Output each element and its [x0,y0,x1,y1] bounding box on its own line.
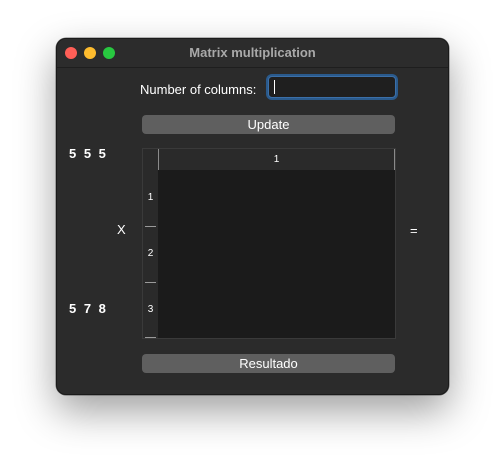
columns-label: Number of columns: [140,82,257,97]
column-header-1[interactable]: 1 [158,149,395,170]
update-button[interactable]: Update [142,115,395,134]
row-header-2: 2 [147,248,154,259]
matrix-table[interactable]: 1 2 3 1 [142,148,396,339]
left-vector-top: 5 5 5 [69,146,106,161]
result-button[interactable]: Resultado [142,354,395,373]
columns-input[interactable] [268,76,396,98]
row-separator [145,337,156,338]
row-header-column: 1 2 3 [143,149,158,338]
row-separator [145,226,156,227]
text-caret [274,80,275,94]
row-separator [145,282,156,283]
window-title: Matrix multiplication [189,45,316,60]
row-header-1: 1 [147,192,154,203]
left-vector-bottom: 5 7 8 [69,301,106,316]
app-window: Matrix multiplication Number of columns:… [56,38,449,395]
multiply-operator: X [117,222,126,237]
title-bar: Matrix multiplication [57,39,448,68]
equals-operator: = [410,223,418,238]
row-header-3: 3 [147,304,154,315]
